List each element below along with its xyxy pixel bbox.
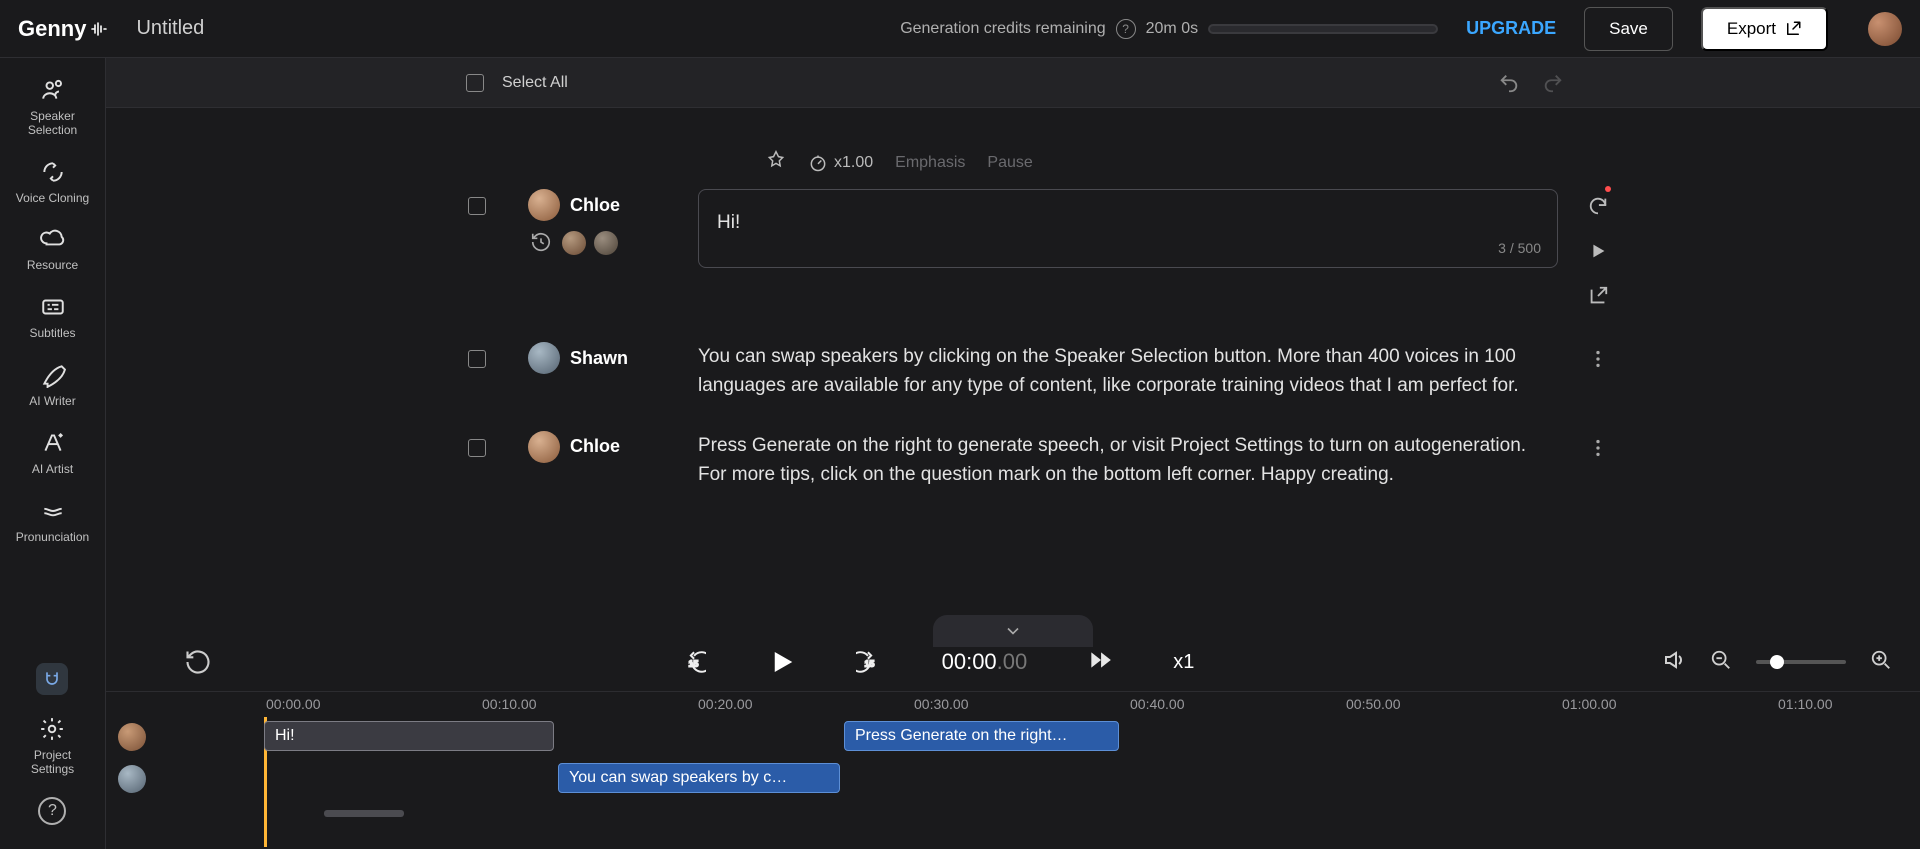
pronunciation-icon [39,497,67,525]
sidebar: Speaker Selection Voice Cloning Resource… [0,58,106,849]
play-icon[interactable] [766,647,796,677]
speaker-selection-icon [39,76,67,104]
rewind-15-icon[interactable] [184,648,212,676]
sidebar-item-project-settings[interactable]: Project Settings [31,715,74,777]
share-block-icon[interactable] [1587,285,1609,312]
ruler-tick: 00:40.00 [1130,696,1185,712]
sidebar-item-pronunciation[interactable]: Pronunciation [0,497,105,545]
ruler-tick: 00:30.00 [914,696,969,712]
resource-icon [39,225,67,253]
timeline-clip[interactable]: Hi! [264,721,554,751]
playback-speed[interactable]: x1 [1173,651,1194,674]
inline-controls: x1.00 Emphasis Pause [106,150,1920,175]
select-toolbar: Select All [106,58,1920,108]
block-text[interactable]: You can swap speakers by clicking on the… [698,342,1558,401]
speaker-name[interactable]: Chloe [570,436,620,457]
logo[interactable]: Genny [18,16,108,42]
voice-cloning-icon [39,158,67,186]
zoom-in-icon[interactable] [1870,649,1892,676]
subtitles-icon [39,293,67,321]
volume-icon[interactable] [1662,648,1686,677]
history-icon[interactable] [530,231,554,255]
timecode: 00:00.00 [942,649,1028,675]
ruler-tick: 00:10.00 [482,696,537,712]
svg-text:15: 15 [864,658,874,668]
help-button[interactable]: ? [38,797,66,825]
select-all-checkbox[interactable] [466,74,484,92]
alt-speaker-avatar[interactable] [594,231,618,255]
track-avatar[interactable] [118,765,146,793]
block-checkbox[interactable] [468,439,486,457]
speaker-avatar[interactable] [528,189,560,221]
regenerate-icon[interactable] [1587,195,1609,222]
help-icon[interactable]: ? [1116,19,1136,39]
export-icon [1784,20,1802,38]
collapse-timeline[interactable] [933,615,1093,647]
sidebar-item-subtitles[interactable]: Subtitles [0,293,105,341]
sidebar-item-resource[interactable]: Resource [0,225,105,273]
ruler-tick: 01:10.00 [1778,696,1833,712]
credits-readout: Generation credits remaining ? 20m 0s [900,19,1438,39]
timeline-tracks[interactable]: Hi! Press Generate on the right… You can… [164,717,1920,817]
redo-icon[interactable] [1542,72,1564,94]
save-button[interactable]: Save [1584,7,1673,51]
speaker-avatar[interactable] [528,431,560,463]
timeline-clip[interactable]: You can swap speakers by c… [558,763,840,793]
speaker-avatar[interactable] [528,342,560,374]
speaker-name[interactable]: Shawn [570,348,628,369]
zoom-slider[interactable] [1756,660,1846,664]
ruler-tick: 01:00.00 [1562,696,1617,712]
alt-speaker-avatar[interactable] [562,231,586,255]
more-icon[interactable] [1587,348,1609,375]
char-counter: 3 / 500 [1498,238,1541,260]
track-avatar[interactable] [118,723,146,751]
export-button[interactable]: Export [1701,7,1828,51]
ai-writer-icon [39,361,67,389]
block-checkbox[interactable] [468,197,486,215]
sidebar-item-voice-cloning[interactable]: Voice Cloning [0,158,105,206]
project-title[interactable]: Untitled [136,17,204,40]
fast-forward-icon[interactable] [1087,647,1113,678]
pin-icon[interactable] [766,150,786,175]
pause-button[interactable]: Pause [987,154,1032,172]
timeline-ruler[interactable]: 00:00.00 00:10.00 00:20.00 00:30.00 00:40.00… [106,691,1920,717]
credits-progress [1208,24,1438,34]
dialog-block: Chloe Hi! 3 / 500 [106,181,1920,334]
skip-forward-icon[interactable]: 15 [856,649,882,675]
timeline-clip[interactable]: Press Generate on the right… [844,721,1119,751]
sidebar-item-ai-artist[interactable]: AI Artist [0,429,105,477]
sidebar-item-ai-writer[interactable]: AI Writer [0,361,105,409]
ruler-tick: 00:00.00 [266,696,321,712]
upgrade-link[interactable]: UPGRADE [1466,18,1556,39]
timeline-scrollbar[interactable] [324,810,404,817]
more-icon[interactable] [1587,437,1609,464]
dialog-block: Chloe Press Generate on the right to gen… [106,423,1920,512]
zoom-out-icon[interactable] [1710,649,1732,676]
block-checkbox[interactable] [468,350,486,368]
play-block-icon[interactable] [1587,240,1609,267]
svg-text:15: 15 [688,658,698,668]
dialog-block: Shawn You can swap speakers by clicking … [106,334,1920,423]
user-avatar[interactable] [1868,12,1902,46]
speed-control[interactable]: x1.00 [808,153,873,173]
block-text-input[interactable]: Hi! 3 / 500 [698,189,1558,268]
ruler-tick: 00:20.00 [698,696,753,712]
speaker-name[interactable]: Chloe [570,195,620,216]
logo-waveform-icon [90,20,108,38]
select-all-label: Select All [502,74,568,92]
sidebar-item-speaker-selection[interactable]: Speaker Selection [0,76,105,138]
ai-artist-icon [39,429,67,457]
ruler-tick: 00:50.00 [1346,696,1401,712]
gear-icon [38,715,66,743]
block-text[interactable]: Press Generate on the right to generate … [698,431,1558,490]
top-bar: Genny Untitled Generation credits remain… [0,0,1920,58]
chevron-down-icon [1003,621,1023,641]
skip-back-icon[interactable]: 15 [680,649,706,675]
undo-icon[interactable] [1498,72,1520,94]
snap-toggle[interactable] [36,663,68,695]
emphasis-button[interactable]: Emphasis [895,154,965,172]
